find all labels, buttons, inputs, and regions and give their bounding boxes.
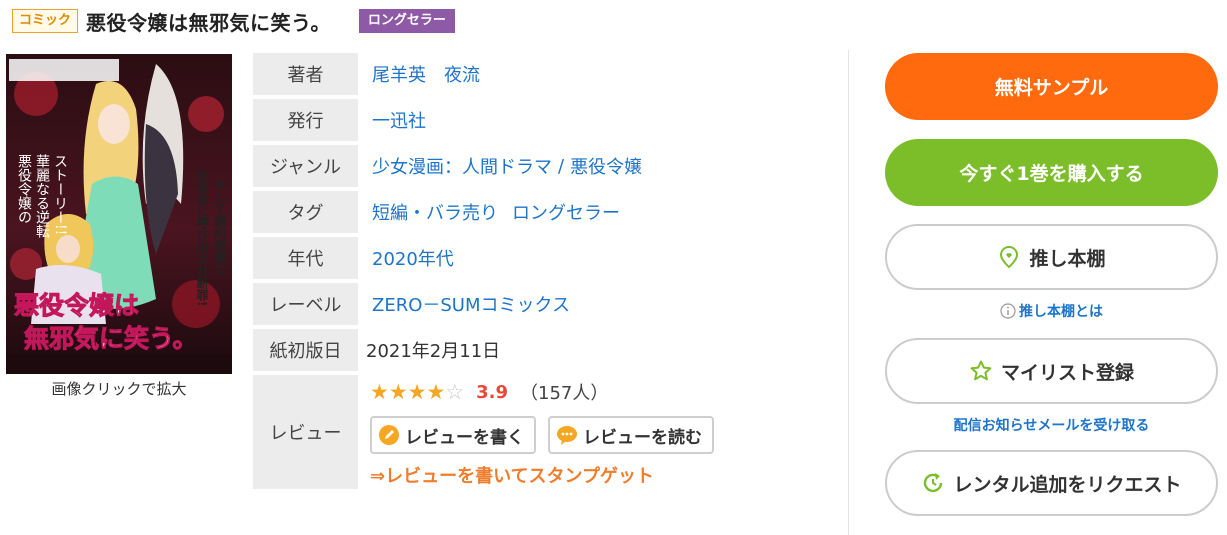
tag-row: タグ 短編・バラ売り ロングセラー	[253, 191, 843, 233]
star-icon: ★	[388, 380, 408, 404]
first-print-row: 紙初版日 2021年2月11日	[253, 329, 843, 371]
write-review-button[interactable]: レビューを書く	[370, 416, 536, 454]
oshi-shelf-label: 推し本棚	[1029, 247, 1106, 270]
svg-text:悪役令嬢は: 悪役令嬢は	[14, 291, 139, 320]
svg-text:そして婚約破棄!?: そして婚約破棄!?	[213, 179, 227, 276]
genre-link[interactable]: 悪役令嬢	[570, 153, 642, 179]
notification-mail-link[interactable]: 配信お知らせメールを受け取る	[885, 415, 1218, 435]
title-header: コミック 悪役令嬢は無邪気に笑う。 ロングセラー	[12, 8, 455, 35]
svg-text:無邪気に笑う。: 無邪気に笑う。	[24, 324, 198, 353]
buy-now-button[interactable]: 今すぐ1巻を購入する	[885, 139, 1218, 206]
tag-link[interactable]: 短編・バラ売り	[372, 199, 498, 225]
svg-text:悪役令嬢の: 悪役令嬢の	[16, 154, 32, 224]
oshi-shelf-button[interactable]: 推し本棚	[885, 224, 1218, 290]
era-label: 年代	[253, 237, 358, 279]
free-sample-button[interactable]: 無料サンプル	[885, 53, 1218, 120]
rental-request-label: レンタル追加をリクエスト	[953, 473, 1182, 496]
star-icon: ★	[407, 380, 427, 404]
publisher-link[interactable]: 一迅社	[372, 107, 426, 133]
genre-separator: /	[558, 155, 565, 177]
mylist-label: マイリスト登録	[1000, 361, 1134, 384]
review-row: レビュー ★ ★ ★ ★ ☆ 3.9 （157人） レビューを書く レビューを読…	[253, 375, 843, 489]
column-divider	[848, 50, 849, 535]
rental-request-button[interactable]: レンタル追加をリクエスト	[885, 450, 1218, 516]
era-link[interactable]: 2020年代	[372, 245, 454, 271]
author-link[interactable]: 夜流	[444, 61, 480, 87]
star-icon: ★	[370, 380, 389, 404]
genre-link[interactable]: 少女漫画：人間ドラマ	[372, 153, 552, 179]
refresh-clock-icon	[924, 473, 943, 493]
review-stamp-link[interactable]: ⇒レビューを書いてスタンプゲット	[370, 462, 726, 488]
author-label: 著者	[253, 53, 358, 95]
author-link[interactable]: 尾羊英	[372, 61, 426, 87]
free-sample-label: 無料サンプル	[994, 77, 1109, 99]
pencil-icon	[379, 425, 399, 445]
speech-bubble-icon	[557, 426, 577, 445]
tag-label: タグ	[253, 191, 358, 233]
era-row: 年代 2020年代	[253, 237, 843, 279]
tag-link[interactable]: ロングセラー	[512, 199, 620, 225]
genre-badge: コミック	[12, 9, 79, 33]
buy-now-label: 今すぐ1巻を購入する	[959, 163, 1144, 185]
svg-text:華麗なる逆転: 華麗なる逆転	[34, 154, 50, 238]
info-icon	[1000, 303, 1016, 319]
longseller-badge: ロングセラー	[358, 9, 455, 33]
oshi-shelf-help-label: 推し本棚とは	[1019, 304, 1103, 320]
mylist-button[interactable]: マイリスト登録	[885, 338, 1218, 404]
read-review-label: レビューを読む	[583, 427, 702, 448]
cover-caption: 画像クリックで拡大	[51, 380, 187, 398]
author-row: 著者 尾羊英 夜流	[253, 53, 843, 95]
label-link[interactable]: ZERO－SUMコミックス	[372, 291, 570, 317]
read-review-button[interactable]: レビューを読む	[548, 416, 714, 454]
star-outline-icon	[970, 360, 992, 381]
star-icon: ★	[426, 380, 446, 404]
star-empty-icon: ☆	[445, 380, 465, 404]
svg-text:ストーリー!!: ストーリー!!	[52, 154, 68, 235]
book-info-table: 著者 尾羊英 夜流 発行 一迅社 ジャンル 少女漫画：人間ドラマ / 悪役令嬢 …	[253, 53, 843, 493]
write-review-label: レビューを書く	[405, 427, 524, 448]
label-row: レーベル ZERO－SUMコミックス	[253, 283, 843, 325]
genre-row: ジャンル 少女漫画：人間ドラマ / 悪役令嬢	[253, 145, 843, 187]
rating-stars: ★ ★ ★ ★ ☆ 3.9 （157人）	[370, 377, 726, 407]
page-title: 悪役令嬢は無邪気に笑う。	[86, 10, 331, 35]
first-print-value: 2021年2月11日	[366, 341, 501, 362]
cover-image[interactable]: 悪役令嬢の 華麗なる逆転 ストーリー!! 生徒会に呼び出され断罪! そして婚約破…	[6, 54, 232, 374]
label-label: レーベル	[253, 283, 358, 325]
location-heart-icon	[1000, 245, 1019, 269]
publisher-row: 発行 一迅社	[253, 99, 843, 141]
review-label: レビュー	[253, 375, 358, 489]
rating-count: （157人）	[520, 383, 609, 404]
genre-label: ジャンル	[253, 145, 358, 187]
oshi-shelf-help-link[interactable]: 推し本棚とは	[885, 301, 1218, 321]
first-print-label: 紙初版日	[253, 329, 358, 371]
rating-score: 3.9	[476, 381, 509, 403]
svg-text:生徒会に呼び出され断罪!: 生徒会に呼び出され断罪!	[195, 168, 209, 307]
publisher-label: 発行	[253, 99, 358, 141]
